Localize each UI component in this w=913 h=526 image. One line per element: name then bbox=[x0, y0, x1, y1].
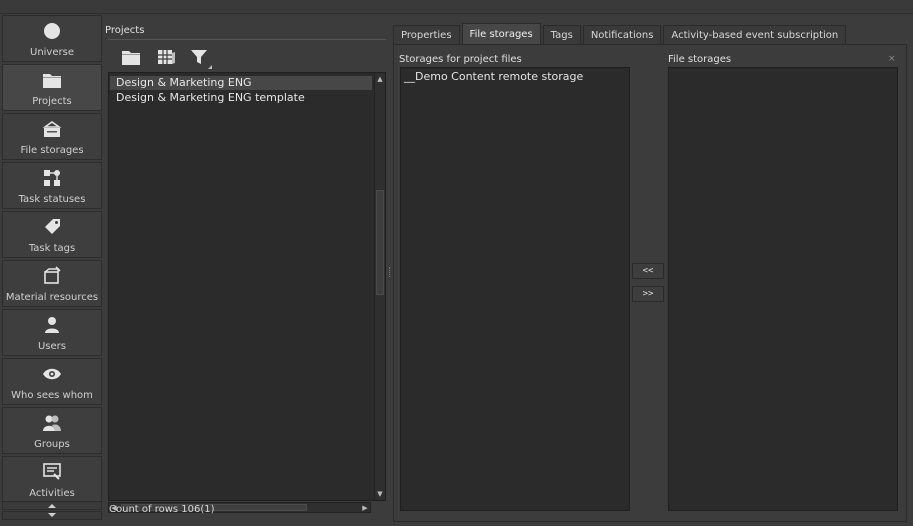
projects-panel: Projects Design & Marketing ENG Design &… bbox=[104, 15, 386, 524]
user-icon bbox=[41, 314, 63, 336]
folder-icon bbox=[41, 69, 63, 91]
left-nav: Universe Projects File storages Task sta… bbox=[2, 15, 102, 524]
nav-item-material-resources[interactable]: Material resources bbox=[2, 260, 102, 307]
group-icon bbox=[41, 412, 63, 434]
database-icon bbox=[158, 50, 175, 64]
scroll-right-icon[interactable]: ▶ bbox=[360, 503, 370, 512]
tab-notifications[interactable]: Notifications bbox=[582, 25, 662, 44]
list-item[interactable]: Design & Marketing ENG template bbox=[110, 91, 372, 105]
chevron-up-icon bbox=[48, 504, 56, 508]
nav-item-label: File storages bbox=[20, 145, 84, 156]
dropdown-corner-icon bbox=[208, 65, 212, 69]
nav-item-activities[interactable]: Activities bbox=[2, 456, 102, 503]
scroll-up-icon[interactable]: ▲ bbox=[375, 74, 385, 84]
nav-scroll-down-button[interactable] bbox=[2, 511, 102, 520]
available-storages-list[interactable] bbox=[668, 67, 898, 511]
nav-item-who-sees-whom[interactable]: Who sees whom bbox=[2, 358, 102, 405]
filter-button[interactable] bbox=[186, 45, 212, 69]
details-tabs: Properties File storages Tags Notificati… bbox=[393, 23, 848, 44]
nav-item-label: Task statuses bbox=[18, 194, 86, 205]
file-storages-title: File storages bbox=[668, 54, 732, 65]
tag-icon bbox=[41, 216, 63, 238]
nav-item-label: Users bbox=[37, 341, 66, 352]
tab-tags[interactable]: Tags bbox=[542, 25, 581, 44]
file-storages-tab-content: Storages for project files __Demo Conten… bbox=[393, 44, 907, 522]
nav-item-label: Groups bbox=[34, 439, 70, 450]
nav-item-groups[interactable]: Groups bbox=[2, 407, 102, 454]
nav-item-label: Universe bbox=[30, 47, 74, 58]
scrollbar-thumb[interactable] bbox=[376, 190, 384, 295]
nav-item-label: Task tags bbox=[28, 243, 76, 254]
nav-item-file-storages[interactable]: File storages bbox=[2, 113, 102, 160]
projects-toolbar bbox=[108, 39, 386, 73]
folder-icon bbox=[122, 50, 140, 65]
move-left-button[interactable]: << bbox=[632, 263, 664, 279]
projects-vertical-scrollbar[interactable]: ▲ ▼ bbox=[374, 73, 385, 500]
nav-item-task-tags[interactable]: Task tags bbox=[2, 211, 102, 258]
splitter-grip-icon bbox=[389, 267, 391, 277]
list-item[interactable]: __Demo Content remote storage bbox=[404, 70, 583, 83]
tab-file-storages[interactable]: File storages bbox=[461, 23, 541, 44]
nav-item-label: Who sees whom bbox=[11, 390, 93, 401]
circle-icon bbox=[41, 20, 63, 42]
eye-icon bbox=[41, 363, 63, 385]
material-resource-icon bbox=[41, 265, 63, 287]
new-folder-button[interactable] bbox=[118, 45, 144, 69]
nav-item-universe[interactable]: Universe bbox=[2, 15, 102, 62]
list-item[interactable]: Design & Marketing ENG bbox=[110, 76, 372, 90]
close-icon[interactable]: × bbox=[888, 54, 896, 64]
project-storages-list[interactable]: __Demo Content remote storage bbox=[400, 67, 630, 511]
project-storages-title: Storages for project files bbox=[399, 54, 522, 65]
nav-item-label: Material resources bbox=[5, 292, 99, 303]
nav-scroll-up-button[interactable] bbox=[2, 501, 102, 510]
projects-list[interactable]: Design & Marketing ENG Design & Marketin… bbox=[108, 72, 386, 501]
nav-item-task-statuses[interactable]: Task statuses bbox=[2, 162, 102, 209]
tab-activity-based-event-subscription[interactable]: Activity-based event subscription bbox=[663, 25, 847, 44]
nav-item-label: Activities bbox=[29, 488, 75, 499]
activities-icon bbox=[41, 461, 63, 483]
scroll-down-icon[interactable]: ▼ bbox=[375, 489, 385, 499]
top-bar bbox=[0, 0, 913, 14]
file-storage-icon bbox=[41, 118, 63, 140]
task-status-icon bbox=[41, 167, 63, 189]
database-button[interactable] bbox=[153, 45, 179, 69]
app-window: Universe Projects File storages Task sta… bbox=[0, 0, 913, 526]
nav-item-label: Projects bbox=[32, 96, 72, 107]
move-right-button[interactable]: >> bbox=[632, 286, 664, 302]
filter-icon bbox=[191, 50, 207, 64]
projects-title: Projects bbox=[105, 25, 145, 36]
tab-properties[interactable]: Properties bbox=[393, 25, 460, 44]
nav-item-projects[interactable]: Projects bbox=[2, 64, 102, 111]
row-count-label: Count of rows 106(1) bbox=[109, 504, 215, 515]
chevron-down-icon bbox=[48, 513, 56, 517]
nav-item-users[interactable]: Users bbox=[2, 309, 102, 356]
details-panel: Properties File storages Tags Notificati… bbox=[393, 20, 911, 524]
